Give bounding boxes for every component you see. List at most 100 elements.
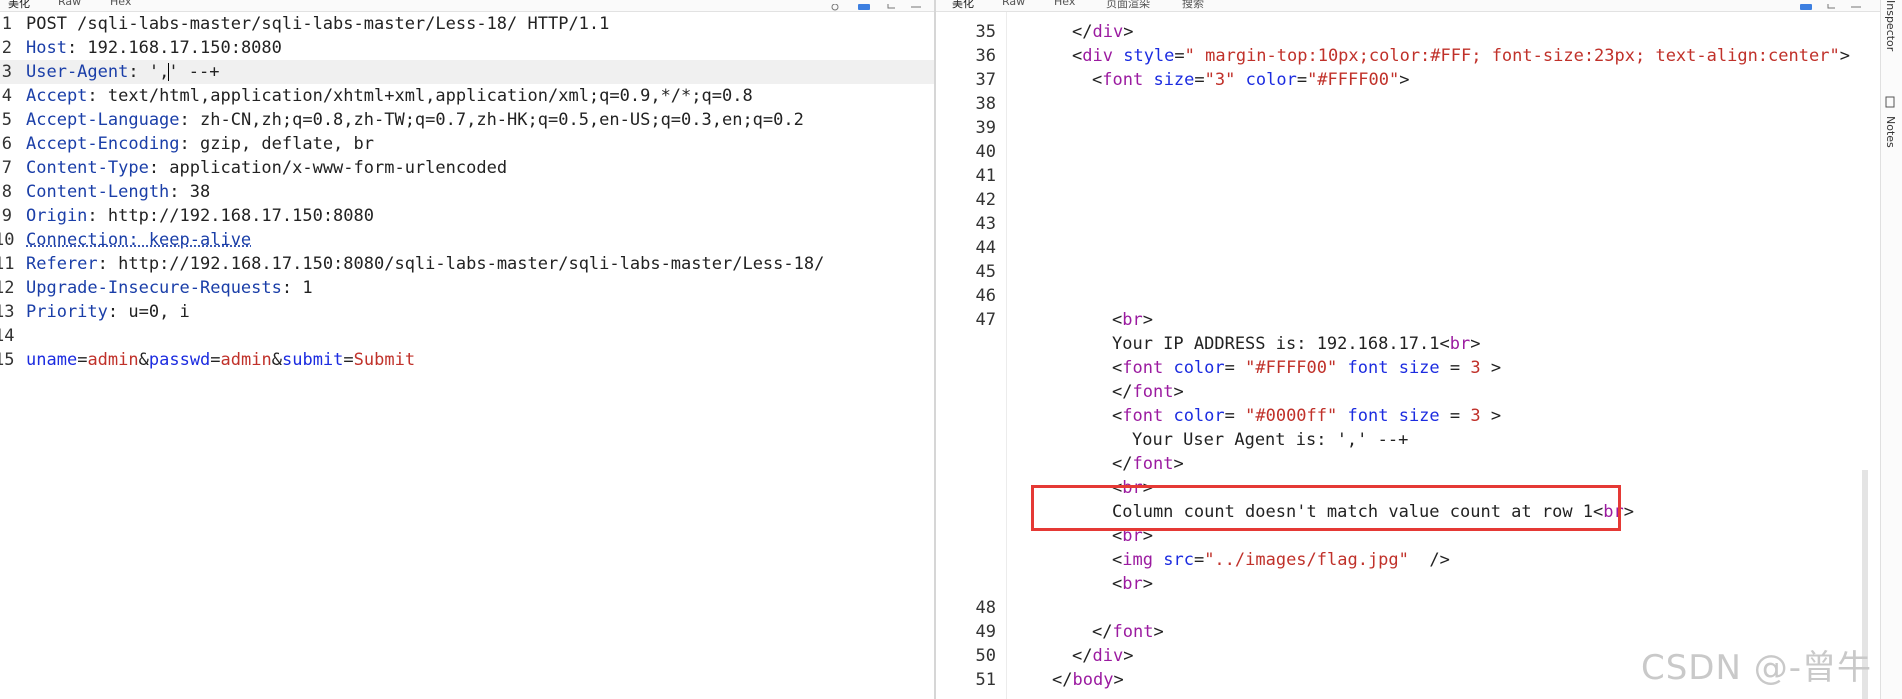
- code-line[interactable]: 38: [936, 92, 1880, 116]
- inspector-tab[interactable]: Inspector: [1884, 0, 1897, 51]
- code-token: =: [1194, 70, 1205, 90]
- code-token: Submit: [353, 350, 416, 370]
- code-line[interactable]: 45: [936, 260, 1880, 284]
- request-tab-hex[interactable]: Hex: [110, 0, 131, 8]
- code-line[interactable]: 41: [936, 164, 1880, 188]
- line-code: <div style=" margin-top:10px;color:#FFF;…: [1072, 44, 1850, 68]
- code-token: : 192.168.17.150:8080: [66, 38, 282, 58]
- code-line[interactable]: 15uname=admin&passwd=admin&submit=Submit: [0, 348, 934, 372]
- response-tab-render[interactable]: 页面渲染: [1106, 0, 1150, 11]
- code-line[interactable]: 39: [936, 116, 1880, 140]
- code-line[interactable]: 35 </div>: [936, 20, 1880, 44]
- line-code: uname=admin&passwd=admin&submit=Submit: [26, 348, 415, 372]
- code-token: </: [1112, 382, 1133, 402]
- code-line[interactable]: 37 <font size="3" color="#FFFF00">: [936, 68, 1880, 92]
- code-token: font: [1132, 454, 1174, 474]
- request-tab-raw[interactable]: Raw: [58, 0, 81, 8]
- code-line[interactable]: </font>: [936, 452, 1880, 476]
- line-code: <img src="../images/flag.jpg" />: [1112, 548, 1450, 572]
- response-editor[interactable]: 35 </div> 36 <div style=" margin-top:10px;c…: [936, 12, 1880, 699]
- request-pane[interactable]: 美化 Raw Hex 1 POST /sqli-labs-master/sqli-…: [0, 0, 934, 699]
- code-line[interactable]: 12 Upgrade-Insecure-Requests: 1: [0, 276, 934, 300]
- code-line[interactable]: 43: [936, 212, 1880, 236]
- notes-icon[interactable]: [1884, 96, 1897, 108]
- code-line[interactable]: 4 Accept: text/html,application/xhtml+xml…: [0, 84, 934, 108]
- code-line[interactable]: 48: [936, 596, 1880, 620]
- code-line[interactable]: 1 POST /sqli-labs-master/sqli-labs-master…: [0, 12, 934, 36]
- code-token: passwd: [148, 350, 211, 370]
- line-code: </div>: [1072, 20, 1133, 44]
- code-line[interactable]: 6 Accept-Encoding: gzip, deflate, br: [0, 132, 934, 156]
- response-tab-search[interactable]: 搜索: [1182, 0, 1204, 11]
- code-line[interactable]: 9 Origin: http://192.168.17.150:8080: [0, 204, 934, 228]
- code-line[interactable]: 2 Host: 192.168.17.150:8080: [0, 36, 934, 60]
- code-token: Your User Agent is: ',' --+: [1132, 430, 1409, 450]
- code-line[interactable]: <br>: [936, 572, 1880, 596]
- code-token: =: [1224, 406, 1246, 426]
- code-line[interactable]: 44: [936, 236, 1880, 260]
- layout-toggle-icon[interactable]: [1800, 0, 1812, 10]
- response-pane[interactable]: 美化 Raw Hex 页面渲染 搜索 35 </div> 36 <div style=…: [936, 0, 1880, 699]
- line-code: </font>: [1092, 620, 1164, 644]
- code-line[interactable]: Your User Agent is: ',' --+: [936, 428, 1880, 452]
- code-line[interactable]: 13 Priority: u=0, i: [0, 300, 934, 324]
- line-number: 37: [975, 70, 996, 90]
- request-editor[interactable]: 1 POST /sqli-labs-master/sqli-labs-master…: [0, 12, 934, 699]
- code-line[interactable]: 5 Accept-Language: zh-CN,zh;q=0.8,zh-TW;q…: [0, 108, 934, 132]
- code-token: >: [1142, 574, 1153, 594]
- code-token: Connection: keep-alive: [26, 230, 252, 250]
- line-code: <font color= "#0000ff" font size = 3 >: [1112, 404, 1501, 428]
- response-tab-hex[interactable]: Hex: [1054, 0, 1075, 8]
- code-line[interactable]: <font color= "#FFFF00" font size = 3 >: [936, 356, 1880, 380]
- layout-toggle-icon[interactable]: [858, 0, 870, 10]
- code-token: >: [1153, 622, 1164, 642]
- line-number: 15: [0, 350, 15, 370]
- code-token: "#FFFF00": [1245, 358, 1338, 378]
- code-token: >: [1142, 310, 1153, 330]
- request-tab-pretty[interactable]: 美化: [8, 0, 30, 11]
- code-token: <: [1112, 550, 1123, 570]
- newline-icon[interactable]: [1826, 0, 1838, 9]
- line-number: 50: [975, 646, 996, 666]
- search-icon[interactable]: [830, 0, 842, 11]
- code-line[interactable]: 7 Content-Type: application/x-www-form-ur…: [0, 156, 934, 180]
- code-line[interactable]: 42: [936, 188, 1880, 212]
- code-token: Content-Type: [26, 158, 149, 178]
- code-token: >: [1470, 334, 1481, 354]
- code-line[interactable]: 36 <div style=" margin-top:10px;color:#FF…: [936, 44, 1880, 68]
- code-line[interactable]: 11 Referer: http://192.168.17.150:8080/sq…: [0, 252, 934, 276]
- code-token: : gzip, deflate, br: [179, 134, 374, 154]
- code-line[interactable]: <font color= "#0000ff" font size = 3 >: [936, 404, 1880, 428]
- code-line[interactable]: 3 User-Agent: ',' --+: [0, 60, 934, 84]
- code-line[interactable]: <img src="../images/flag.jpg" />: [936, 548, 1880, 572]
- code-line[interactable]: 40: [936, 140, 1880, 164]
- line-code: <font size="3" color="#FFFF00">: [1092, 68, 1409, 92]
- response-tab-raw[interactable]: Raw: [1002, 0, 1025, 8]
- menu-icon[interactable]: [1850, 0, 1862, 8]
- code-token: : 38: [169, 182, 211, 202]
- code-token: font: [1347, 406, 1389, 426]
- code-token: >: [1480, 406, 1502, 426]
- menu-icon[interactable]: [910, 0, 922, 8]
- code-line[interactable]: 46: [936, 284, 1880, 308]
- code-token: =: [343, 350, 354, 370]
- code-line[interactable]: 14: [0, 324, 934, 348]
- line-number: 46: [975, 286, 996, 306]
- code-token: </: [1052, 670, 1073, 690]
- code-token: uname: [26, 350, 78, 370]
- code-line[interactable]: </font>: [936, 380, 1880, 404]
- line-number: 5: [1, 110, 12, 130]
- response-tab-pretty[interactable]: 美化: [952, 0, 974, 11]
- code-token: font: [1122, 358, 1164, 378]
- code-line[interactable]: 10 Connection: keep-alive: [0, 228, 934, 252]
- line-code: Content-Type: application/x-www-form-url…: [26, 156, 507, 180]
- line-code: Priority: u=0, i: [26, 300, 190, 324]
- notes-tab[interactable]: Notes: [1884, 116, 1897, 148]
- code-line[interactable]: Your IP ADDRESS is: 192.168.17.1<br>: [936, 332, 1880, 356]
- code-line[interactable]: 47 <br>: [936, 308, 1880, 332]
- line-number: 13: [0, 302, 15, 322]
- code-line[interactable]: 8 Content-Length: 38: [0, 180, 934, 204]
- newline-icon[interactable]: [886, 0, 898, 9]
